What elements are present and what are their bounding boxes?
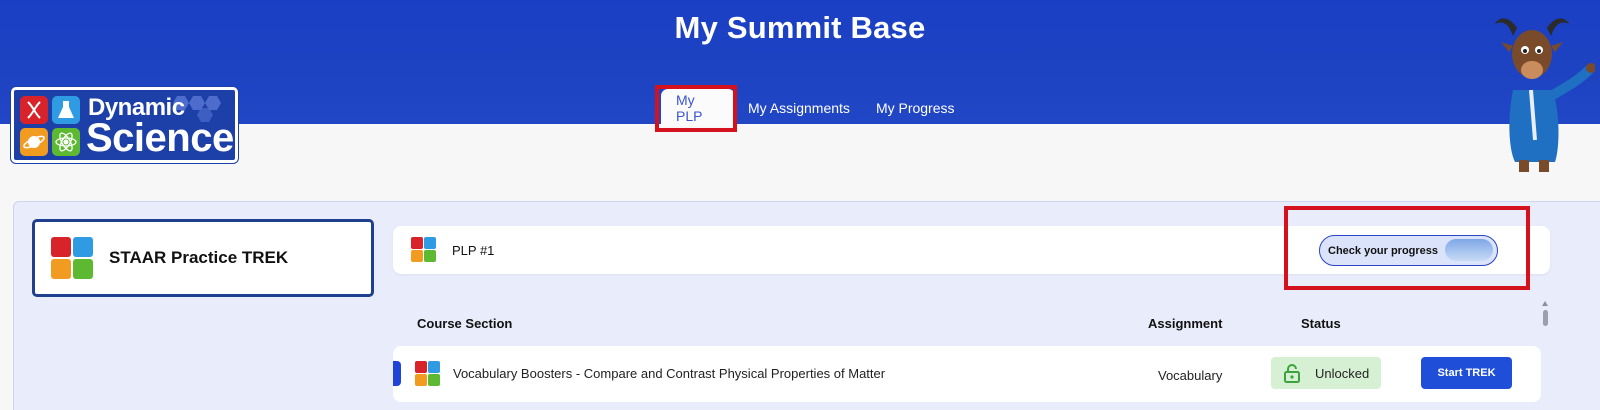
- course-label: STAAR Practice TREK: [109, 248, 289, 267]
- column-header-course-section: Course Section: [417, 316, 513, 331]
- check-progress-button[interactable]: Check your progress: [1319, 235, 1498, 266]
- scroll-thumb[interactable]: [1543, 310, 1548, 326]
- tab-my-plp[interactable]: My PLP: [661, 89, 735, 126]
- check-progress-label: Check your progress: [1328, 244, 1439, 257]
- status-text: Unlocked: [1315, 365, 1370, 381]
- flask-icon: [52, 96, 80, 124]
- scrollbar[interactable]: [1540, 301, 1550, 410]
- tab-my-progress[interactable]: My Progress: [863, 89, 968, 126]
- planet-icon: [20, 128, 48, 156]
- atom-icon: [52, 128, 80, 156]
- unlock-icon: [1284, 364, 1300, 383]
- goat-mascot-icon: [1495, 18, 1595, 172]
- plp-label: PLP #1: [452, 242, 495, 258]
- tab-my-assignments[interactable]: My Assignments: [735, 89, 863, 126]
- dynamic-science-logo: Dynamic Science: [11, 87, 238, 163]
- assignment-text: Vocabulary: [1158, 368, 1223, 383]
- column-header-status: Status: [1301, 316, 1341, 331]
- plp-icon: [411, 237, 437, 263]
- column-header-assignment: Assignment: [1148, 316, 1223, 331]
- mountain-cloud-icon: [1445, 239, 1493, 261]
- dna-icon: [20, 96, 48, 124]
- logo-text-science: Science: [86, 116, 234, 160]
- course-card[interactable]: STAAR Practice TREK: [32, 219, 374, 297]
- table-row: Vocabulary Boosters - Compare and Contra…: [393, 346, 1541, 402]
- course-section-text: Vocabulary Boosters - Compare and Contra…: [453, 366, 886, 381]
- start-trek-button[interactable]: Start TREK: [1421, 357, 1512, 389]
- scroll-up-icon[interactable]: [1542, 301, 1548, 306]
- page-title: My Summit Base: [674, 10, 926, 45]
- row-marker: [393, 361, 401, 386]
- course-icon: [51, 237, 93, 279]
- section-icon: [415, 361, 441, 387]
- tab-bar: My PLP My Assignments My Progress: [661, 89, 968, 126]
- status-badge: Unlocked: [1271, 357, 1381, 389]
